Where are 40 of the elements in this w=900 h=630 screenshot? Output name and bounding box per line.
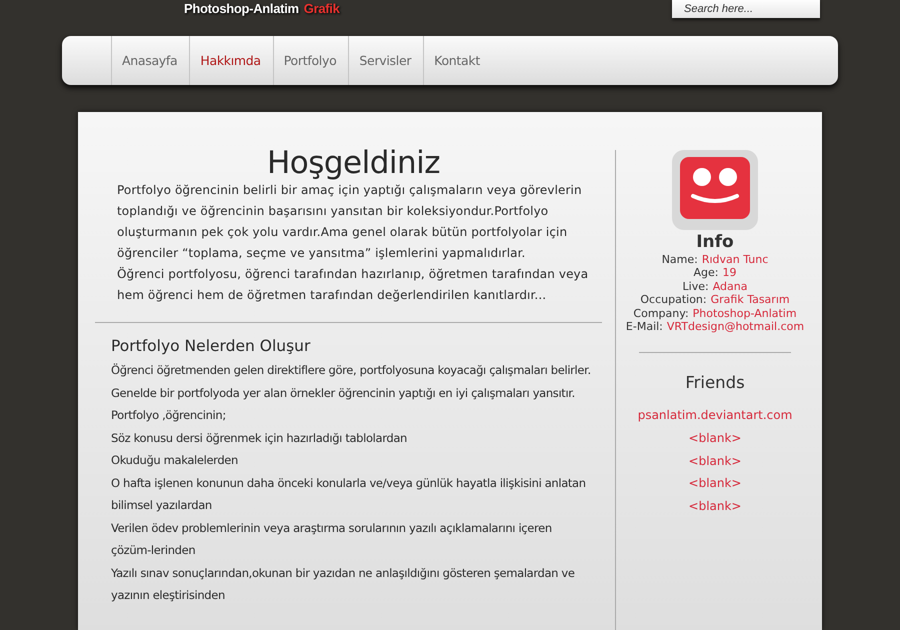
friend-link[interactable]: <blank> — [688, 450, 742, 472]
section-text: Portfolyo ,öğrencinin; — [110, 407, 227, 424]
nav-link[interactable]: Anasayfa — [111, 36, 190, 85]
section-text: O hafta işlenen konunun daha önceki konularla ve/veya günlük hayatla ilişkisini anlatan bilimsel yazılardan — [110, 474, 587, 514]
info-value: VRTdesign@hotmail.com — [666, 320, 804, 334]
nav-link[interactable]: Hakkımda — [189, 36, 273, 85]
info-label: Age: — [694, 266, 718, 280]
info-label: Occupation: — [640, 293, 707, 307]
section-text: Verilen ödev problemlerinin veya araştırma sorularının yazılı açıklamalarını içeren çözüm-lerinden — [110, 520, 553, 559]
site-tagline: Photoshop-Anlatim — [184, 1, 299, 16]
section-text: Okuduğu makalelerden — [110, 452, 239, 469]
section-text: Öğrenci öğretmenden gelen direktiflere göre, portfolyosuna koyacağı çalışmaları belirler. — [110, 362, 592, 379]
section-text: Yazılı sınav sonuçlarından,okunan bir yazıdan ne anlaşıldığını gösteren şemalardan ve yazının eleştirisinden — [110, 564, 576, 604]
nav-link[interactable]: Kontakt — [423, 36, 492, 85]
friend-link[interactable]: <blank> — [688, 472, 742, 495]
search-field[interactable]: Search here... — [672, 0, 820, 18]
info-value: Rıdvan Tunc — [702, 253, 768, 266]
friend-link[interactable]: <blank> — [688, 494, 742, 518]
friend-link[interactable]: psanlatim.deviantart.com — [638, 404, 792, 428]
section-title: Portfolyo Nelerden Oluşur — [111, 337, 312, 355]
nav-link[interactable]: Portfolyo — [272, 36, 348, 85]
info-value: Photoshop-Anlatim — [692, 306, 797, 320]
info-label: Name: — [662, 253, 698, 266]
nav-link[interactable]: Servisler — [348, 36, 424, 85]
info-value: Adana — [712, 280, 748, 294]
section-text: Söz konusu dersi öğrenmek için hazırladığı tablolardan — [110, 430, 408, 446]
info-label: E-Mail: — [626, 320, 663, 334]
info-label: Company: — [633, 306, 689, 320]
friends-heading: Friends — [685, 373, 745, 392]
smiley-avatar-icon — [671, 150, 759, 230]
page-title: Hoşgeldiniz — [266, 147, 442, 180]
info-value: Grafik Tasarım — [710, 293, 790, 307]
section-text: Genelde bir portfolyoda yer alan örnekler öğrencinin yaptığı en iyi çalışmaları yansıtır. — [110, 384, 576, 402]
intro-paragraph: Öğrenci portfolyosu, öğrenci tarafından hazırlanıp, öğretmen tarafından veya hem öğrenci hem de öğretmen tarafından değerlendirilen kanıtlardır... — [116, 266, 590, 304]
intro-paragraph: Portfolyo öğrencinin belirli bir amaç için yaptığı çalışmaların veya görevlerin toplandığı ve öğrencinin başarısını yansıtan bir koleksiyondur.Portfolyo oluşturmanın pek çok yolu vardır.Ama genel olarak bütün portfolyolar için öğrenciler “toplama, seçme ve yansıtma” işlemlerini yapmalıdırlar. — [116, 182, 583, 262]
info-value: 19 — [722, 266, 736, 280]
friend-link[interactable]: <blank> — [688, 427, 742, 450]
info-heading: Info — [696, 232, 734, 252]
site-tagline-accent: Grafik — [304, 1, 340, 16]
info-label: Live: — [682, 280, 709, 294]
